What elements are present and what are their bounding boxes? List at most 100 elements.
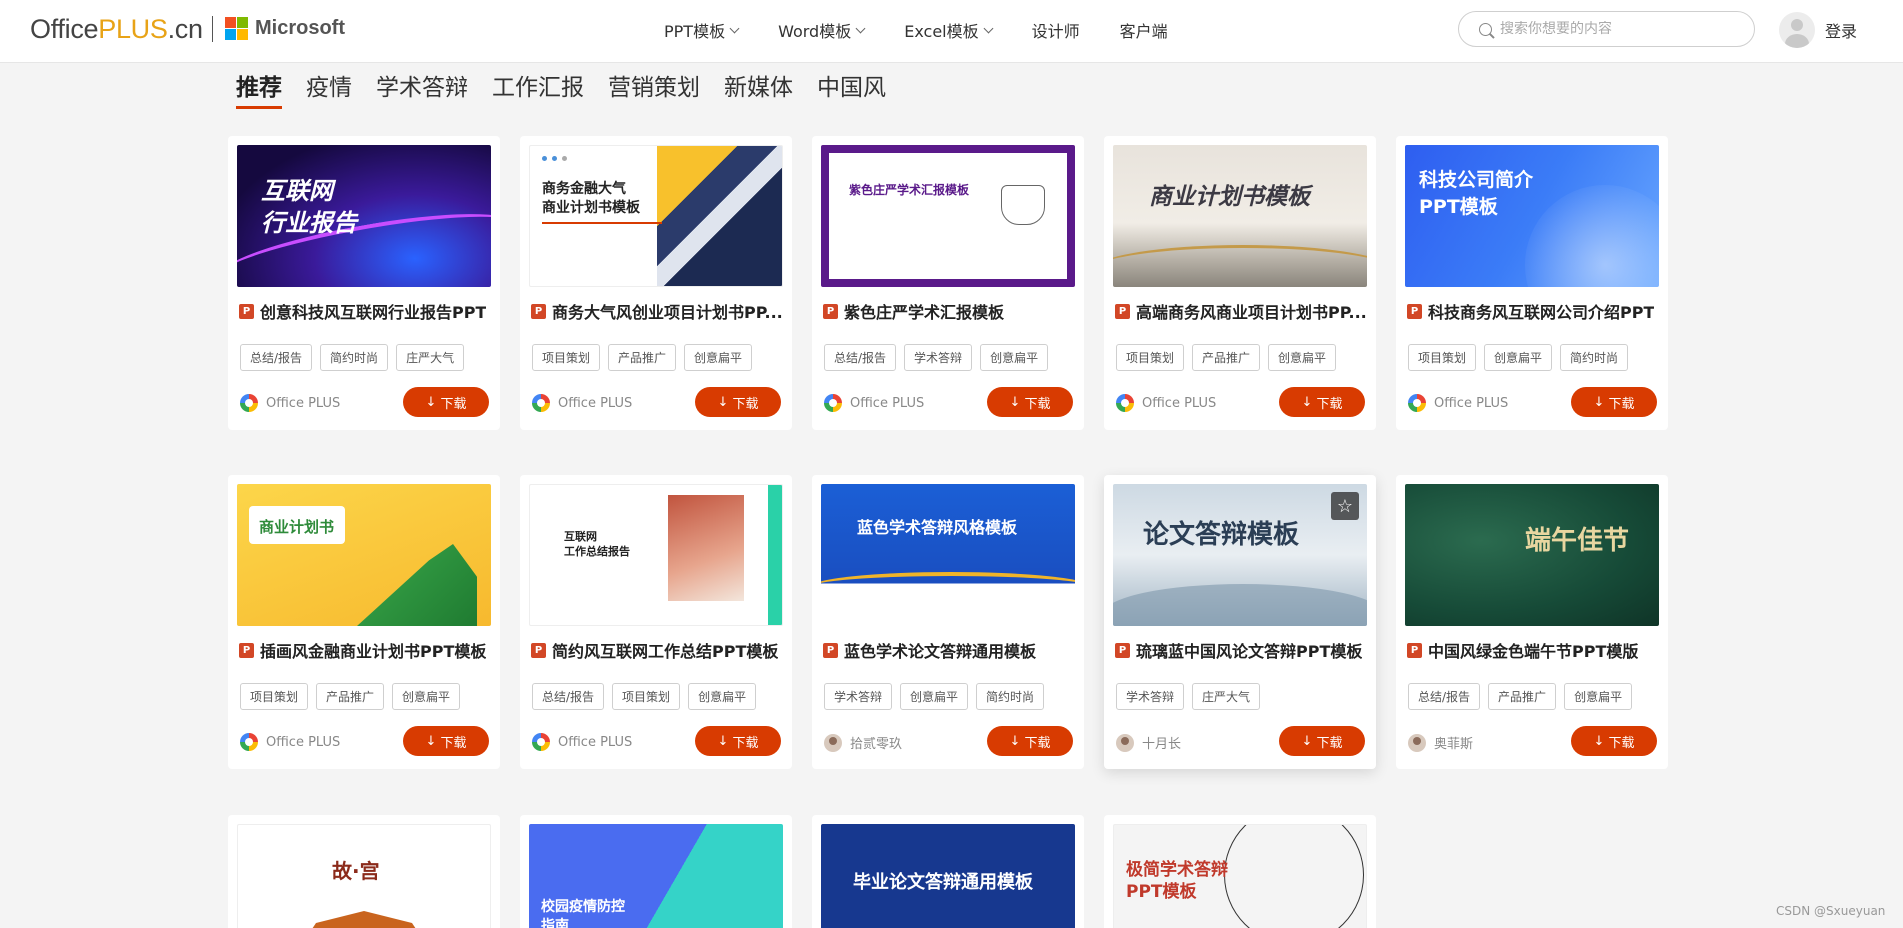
download-button[interactable]: ↓ 下载 [403, 387, 489, 417]
download-button[interactable]: ↓ 下载 [1279, 726, 1365, 756]
template-thumbnail[interactable]: 蓝色学术答辩风格模板 [821, 484, 1075, 626]
template-card[interactable]: 商业计划书模板 P 高端商务风商业项目计划书PP... 项目策划 产品推广 创意扁… [1104, 136, 1376, 430]
tag[interactable]: 创意扁平 [1484, 344, 1553, 371]
author[interactable]: 拾贰零玖 [824, 733, 902, 752]
template-title[interactable]: P 商务大气风创业项目计划书PP... [531, 299, 786, 323]
template-title[interactable]: P 高端商务风商业项目计划书PP... [1115, 299, 1370, 323]
tag[interactable]: 学术答辩 [904, 344, 973, 371]
tag[interactable]: 简约时尚 [320, 344, 389, 371]
tag[interactable]: 简约时尚 [976, 683, 1045, 710]
download-button[interactable]: ↓ 下载 [987, 726, 1073, 756]
tag[interactable]: 项目策划 [1408, 344, 1477, 371]
tag[interactable]: 项目策划 [240, 683, 309, 710]
template-card[interactable]: 蓝色学术答辩风格模板 P 蓝色学术论文答辩通用模板 学术答辩 创意扁平 简约时尚 … [812, 475, 1084, 769]
tag[interactable]: 总结/报告 [1408, 683, 1481, 710]
template-thumbnail[interactable]: 端午佳节 [1405, 484, 1659, 626]
tab-work-report[interactable]: 工作汇报 [492, 68, 584, 109]
tag[interactable]: 创意扁平 [1564, 683, 1633, 710]
download-button[interactable]: ↓ 下载 [695, 726, 781, 756]
tab-academic-defense[interactable]: 学术答辩 [376, 68, 468, 109]
tag[interactable]: 简约时尚 [1560, 344, 1629, 371]
author[interactable]: Office PLUS [824, 394, 924, 412]
tab-recommended[interactable]: 推荐 [236, 68, 282, 109]
download-button[interactable]: ↓ 下载 [695, 387, 781, 417]
author[interactable]: Office PLUS [532, 394, 632, 412]
search-box[interactable] [1458, 11, 1755, 47]
tag[interactable]: 产品推广 [608, 344, 677, 371]
search-input[interactable] [1500, 21, 1740, 37]
star-icon[interactable]: ☆ [1331, 492, 1359, 520]
template-card[interactable]: 校园疫情防控 指南 [520, 815, 792, 928]
template-card[interactable]: 端午佳节 P 中国风绿金色端午节PPT模版 总结/报告 产品推广 创意扁平 奥菲斯… [1396, 475, 1668, 769]
template-thumbnail[interactable]: 商务金融大气 商业计划书模板 [529, 145, 783, 287]
template-card[interactable]: 互联网 工作总结报告 P 简约风互联网工作总结PPT模板 总结/报告 项目策划 创… [520, 475, 792, 769]
download-button[interactable]: ↓ 下载 [1279, 387, 1365, 417]
template-thumbnail[interactable]: 毕业论文答辩通用模板 [821, 824, 1075, 928]
tag[interactable]: 产品推广 [316, 683, 385, 710]
template-title[interactable]: P 创意科技风互联网行业报告PPT [239, 299, 494, 323]
tag[interactable]: 项目策划 [532, 344, 601, 371]
template-title[interactable]: P 简约风互联网工作总结PPT模板 [531, 638, 786, 662]
tag[interactable]: 创意扁平 [392, 683, 461, 710]
author[interactable]: 奥菲斯 [1408, 733, 1473, 752]
download-button[interactable]: ↓ 下载 [987, 387, 1073, 417]
template-title[interactable]: P 科技商务风互联网公司介绍PPT [1407, 299, 1662, 323]
download-button[interactable]: ↓ 下载 [1571, 726, 1657, 756]
download-button[interactable]: ↓ 下载 [403, 726, 489, 756]
author[interactable]: Office PLUS [240, 733, 340, 751]
template-card[interactable]: 互联网 行业报告 P 创意科技风互联网行业报告PPT 总结/报告 简约时尚 庄严大… [228, 136, 500, 430]
template-card[interactable]: 商业计划书 P 插画风金融商业计划书PPT模板 项目策划 产品推广 创意扁平 Of… [228, 475, 500, 769]
officeplus-logo[interactable]: OfficePLUS.cn [30, 14, 203, 45]
template-card[interactable]: 毕业论文答辩通用模板 [812, 815, 1084, 928]
tag[interactable]: 创意扁平 [980, 344, 1049, 371]
tag[interactable]: 总结/报告 [824, 344, 897, 371]
tag[interactable]: 创意扁平 [1268, 344, 1337, 371]
template-thumbnail[interactable]: 故·宫 [237, 824, 491, 928]
user-avatar-icon[interactable] [1779, 12, 1815, 48]
tag[interactable]: 产品推广 [1192, 344, 1261, 371]
tag[interactable]: 创意扁平 [688, 683, 757, 710]
tab-epidemic[interactable]: 疫情 [306, 68, 352, 109]
tag[interactable]: 总结/报告 [240, 344, 313, 371]
template-thumbnail[interactable]: 科技公司简介 PPT模板 [1405, 145, 1659, 287]
tab-new-media[interactable]: 新媒体 [724, 68, 793, 109]
template-title[interactable]: P 紫色庄严学术汇报模板 [823, 299, 1078, 323]
template-title[interactable]: P 中国风绿金色端午节PPT模版 [1407, 638, 1662, 662]
author[interactable]: Office PLUS [240, 394, 340, 412]
tag[interactable]: 项目策划 [612, 683, 681, 710]
tag[interactable]: 创意扁平 [900, 683, 969, 710]
login-link[interactable]: 登录 [1825, 18, 1857, 42]
nav-word-templates[interactable]: Word模板 [778, 18, 866, 42]
template-card[interactable]: 故·宫 [228, 815, 500, 928]
template-card[interactable]: 紫色庄严学术汇报模板 P 紫色庄严学术汇报模板 总结/报告 学术答辩 创意扁平 O… [812, 136, 1084, 430]
template-thumbnail[interactable]: 商业计划书 [237, 484, 491, 626]
template-card[interactable]: 极简学术答辩 PPT模板 [1104, 815, 1376, 928]
tag[interactable]: 学术答辩 [1116, 683, 1185, 710]
tab-marketing[interactable]: 营销策划 [608, 68, 700, 109]
template-thumbnail[interactable]: 紫色庄严学术汇报模板 [821, 145, 1075, 287]
nav-excel-templates[interactable]: Excel模板 [904, 18, 994, 42]
login-area[interactable]: 登录 [1779, 12, 1857, 48]
microsoft-logo[interactable]: Microsoft [225, 17, 345, 40]
download-button[interactable]: ↓ 下载 [1571, 387, 1657, 417]
template-thumbnail[interactable]: 互联网 行业报告 [237, 145, 491, 287]
tag[interactable]: 庄严大气 [1192, 683, 1261, 710]
template-thumbnail[interactable]: 校园疫情防控 指南 [529, 824, 783, 928]
tag[interactable]: 产品推广 [1488, 683, 1557, 710]
author[interactable]: Office PLUS [1116, 394, 1216, 412]
nav-ppt-templates[interactable]: PPT模板 [664, 18, 740, 42]
nav-designers[interactable]: 设计师 [1032, 18, 1080, 42]
tag[interactable]: 庄严大气 [396, 344, 465, 371]
template-thumbnail[interactable]: 互联网 工作总结报告 [529, 484, 783, 626]
tab-chinese-style[interactable]: 中国风 [817, 68, 886, 109]
template-card[interactable]: 商务金融大气 商业计划书模板 P 商务大气风创业项目计划书PP... 项目策划 产… [520, 136, 792, 430]
tag[interactable]: 学术答辩 [824, 683, 893, 710]
template-card[interactable]: 科技公司简介 PPT模板 P 科技商务风互联网公司介绍PPT 项目策划 创意扁平 … [1396, 136, 1668, 430]
tag[interactable]: 创意扁平 [684, 344, 753, 371]
nav-client[interactable]: 客户端 [1120, 18, 1168, 42]
tag[interactable]: 项目策划 [1116, 344, 1185, 371]
template-card[interactable]: 论文答辩模板 ☆ P 琉璃蓝中国风论文答辩PPT模板 学术答辩 庄严大气 十月长 … [1104, 475, 1376, 769]
template-thumbnail[interactable]: 论文答辩模板 ☆ [1113, 484, 1367, 626]
template-title[interactable]: P 蓝色学术论文答辩通用模板 [823, 638, 1078, 662]
template-thumbnail[interactable]: 极简学术答辩 PPT模板 [1113, 824, 1367, 928]
